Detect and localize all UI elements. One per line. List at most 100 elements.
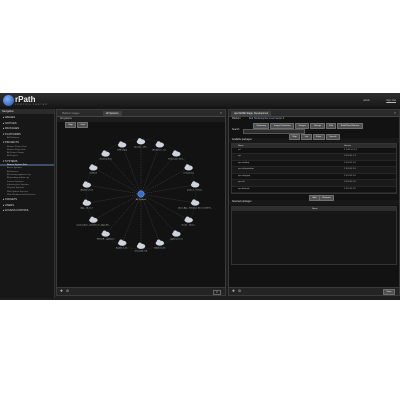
stage-panel: openSUSE Stage: Development × Platform R… [228, 109, 400, 296]
system-node[interactable]: sles11 - 10.0.2... [181, 216, 196, 227]
system-node-label: Jboss App - Windows Server 2008 R... [178, 207, 213, 210]
system-node-label: Ad-6b1.5.16 [154, 247, 166, 250]
system-node[interactable]: WinServer - 10... [152, 141, 168, 151]
system-node[interactable]: Web-DB - appliance [97, 230, 116, 241]
view-button[interactable]: List [301, 133, 312, 140]
brand-title: rPath [15, 95, 36, 104]
tab-stage-development[interactable]: openSUSE Stage: Development [231, 111, 272, 116]
cloud-node-puff [185, 164, 190, 168]
system-node-label: appliance7-srv [170, 238, 183, 240]
sidebar-item[interactable]: Inactive Systems [0, 181, 54, 183]
sidebar-section-7[interactable]: ▸ USERS [0, 204, 54, 207]
sidebar-item[interactable]: Browse Stage Sets [0, 149, 54, 151]
package-row[interactable]: apr-devtools 1.3.9-3-1.1.0 [232, 187, 396, 193]
sidebar-section-4[interactable]: ▾ PROJECTS [0, 141, 54, 144]
package-name: acl [238, 148, 241, 151]
sidebar-section-1[interactable]: ▸ NOTICES [0, 122, 54, 125]
system-node-label: inventory host [99, 158, 112, 161]
close-icon[interactable]: × [394, 111, 396, 115]
view-button[interactable]: Search [325, 133, 340, 140]
save-button[interactable]: Save [383, 289, 395, 296]
sidebar-item[interactable]: Physical Systems [0, 187, 54, 189]
system-node-label: Ad-6b1.5.12-3 [80, 188, 94, 191]
search-label: Search [232, 129, 240, 131]
refresh-button[interactable]: ⟳ [212, 290, 221, 295]
selected-name-column-header[interactable]: Name [312, 207, 318, 211]
sidebar-item[interactable]: All pending update sys [0, 177, 54, 179]
view-button-group: Map List Extra Search [289, 133, 341, 140]
close-icon[interactable]: × [220, 111, 222, 115]
sidebar-item[interactable]: Infrastructure Systems [0, 184, 54, 186]
system-node-label: Ad-6b1.5.14... [116, 247, 129, 250]
system-node[interactable]: Ad-6b1.5.12-3 [80, 181, 94, 191]
cloud-node-puff [173, 230, 177, 234]
signout-link[interactable]: Sign Out [386, 99, 396, 102]
system-node[interactable]: inventory host [99, 150, 112, 161]
settings-icon[interactable]: ⚙ [66, 289, 69, 293]
system-node[interactable]: rpath-update - platform 10 - Appl-Mo... [76, 216, 111, 227]
sidebar-item[interactable]: All Projects [0, 155, 54, 157]
system-node[interactable]: rbm-build-7.dk [135, 242, 148, 253]
system-node[interactable]: RHF-swbg [117, 141, 127, 151]
settings-icon[interactable]: ⚙ [238, 289, 241, 293]
sidebar-section-0[interactable]: ▸ IMAGES [0, 116, 54, 119]
graph-edge [121, 144, 142, 195]
center-node-icon[interactable] [137, 190, 145, 198]
add-icon[interactable]: ✚ [232, 289, 235, 293]
sidebar-item[interactable]: Active Systems [0, 167, 54, 169]
cloud-node-puff [83, 181, 88, 185]
system-node[interactable]: ubuntu1 - 192... [134, 138, 148, 148]
system-node-label: rpath-ui - 172.16... [187, 188, 204, 191]
package-name: apr-util-pgsql [238, 174, 251, 177]
systems-tabbar: Platform Images All Systems × [57, 110, 225, 117]
sidebar-section-8[interactable]: ▸ ACCESS CONTROL [0, 209, 54, 212]
stage-footer: ✚ ⚙ Save [229, 287, 399, 296]
sidebar-item[interactable]: Browse Project Sets [0, 146, 54, 148]
sidebar-item[interactable]: All Project Stages [0, 152, 54, 154]
sidebar-section-3[interactable]: ▾ PLATFORMS [0, 133, 54, 136]
system-node[interactable]: Ad-6b1.5.14... [116, 239, 129, 250]
cloud-node-puff [119, 141, 123, 145]
tab-all-systems[interactable]: All Systems [103, 111, 122, 116]
transfer-controls: Add Remove [229, 194, 399, 201]
cloud-node-puff [102, 230, 107, 235]
sidebar-section-2[interactable]: ▸ PACKAGES [0, 127, 54, 130]
package-version: 1.3.9-3-1.1.1 [344, 155, 356, 157]
view-button[interactable]: Map [289, 133, 301, 140]
sidebar-item[interactable]: All Platforms [0, 137, 54, 139]
cloud-node-puff [156, 239, 161, 244]
system-node-label: centos6-test [183, 171, 194, 174]
system-node[interactable]: rpath-ui - 172.16... [187, 181, 204, 191]
system-node-label: Web-DB - appliance [97, 239, 116, 241]
sidebar-section-6[interactable]: ▸ TARGETS [0, 198, 54, 201]
view-row: Map List Extra Search [229, 133, 399, 140]
graph-edge [86, 193, 142, 204]
sidebar-item[interactable]: Browse System Sets [0, 164, 54, 167]
sidebar-section-5[interactable]: ▾ SYSTEMS [0, 160, 54, 163]
package-name: apr [238, 155, 242, 157]
cloud-node-puff [192, 181, 196, 185]
package-name: apr-util-ldap [238, 161, 249, 164]
package-name: apr-util [238, 181, 245, 183]
system-node[interactable]: Fedora-dev 10.0... [168, 150, 185, 160]
cloud-node-puff [137, 138, 142, 142]
graph-edge [140, 193, 196, 204]
sidebar-item[interactable]: Web Windows Build Services [0, 194, 54, 196]
system-node[interactable]: Ad-6b1.5.16 [154, 239, 166, 250]
sidebar-item[interactable]: All running appliance sys [0, 174, 54, 176]
sidebar-item[interactable]: Web Update Services [0, 191, 54, 193]
view-button[interactable]: Extra [312, 133, 325, 140]
cloud-node-puff [192, 199, 196, 204]
system-node[interactable]: centos6-test [183, 164, 194, 174]
app-window: rPath C O N T R O L C E N T E R admin Si… [0, 93, 400, 300]
system-node[interactable]: App - 10.1.1.7 [81, 199, 94, 210]
system-node-label: ubuntu1 - 192... [134, 145, 148, 148]
tab-platform-images[interactable]: Platform Images [59, 111, 82, 116]
remove-package-button[interactable]: Remove [319, 195, 335, 201]
user-link[interactable]: admin [363, 99, 370, 102]
add-icon[interactable]: ✚ [60, 289, 63, 293]
selected-grid-header: Name [232, 206, 396, 211]
top-bar: rPath C O N T R O L C E N T E R admin Si… [0, 93, 400, 109]
system-node[interactable]: build-04 [89, 164, 98, 174]
sidebar-item[interactable]: All Systems [0, 171, 54, 173]
